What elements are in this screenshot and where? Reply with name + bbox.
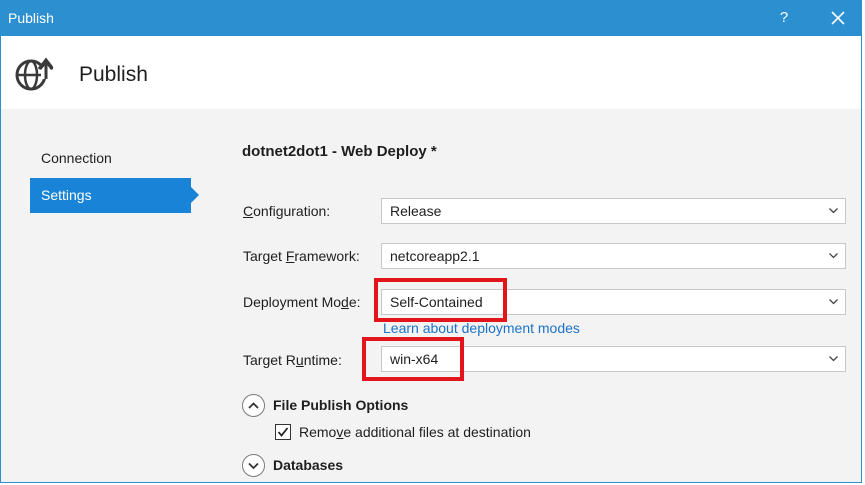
chevron-down-icon [829,356,838,362]
section-title: File Publish Options [273,397,409,413]
target-framework-value: netcoreapp2.1 [390,248,480,264]
remove-files-checkbox-row[interactable]: Remove additional files at destination [275,423,555,441]
chevron-down-icon [242,454,265,477]
remove-files-checkbox[interactable] [275,424,291,440]
target-runtime-label: Target Runtime: [243,352,342,368]
chevron-down-icon [829,299,838,305]
highlight-box-deployment-mode [374,278,507,322]
title-bar: Publish ? [1,1,861,36]
dialog-header: Publish [1,36,861,109]
close-button[interactable] [823,5,853,31]
configuration-label: Configuration: [243,203,331,219]
checkmark-icon [277,427,289,437]
chevron-down-icon [829,253,838,259]
globe-upload-icon [15,57,53,91]
help-button[interactable]: ? [771,5,797,31]
chevron-up-icon [242,394,265,417]
deployment-modes-link[interactable]: Learn about deployment modes [383,320,580,336]
file-publish-options-toggle[interactable]: File Publish Options [242,394,442,418]
chevron-down-icon [829,208,838,214]
page-title: Publish [79,63,148,86]
sidebar-item-connection[interactable]: Connection [30,141,191,176]
configuration-value: Release [390,203,442,219]
target-framework-select[interactable]: netcoreapp2.1 [381,243,846,269]
target-framework-label: Target Framework: [243,248,360,264]
highlight-box-target-runtime [362,337,464,381]
section-title: Databases [273,457,344,473]
close-icon [831,11,845,25]
publish-dialog: Publish ? Publish Connection Settings do… [0,0,862,483]
remove-files-label: Remove additional files at destination [299,424,531,440]
databases-toggle[interactable]: Databases [242,454,382,478]
deployment-mode-label: Deployment Mode: [243,294,361,310]
window-title: Publish [8,10,54,26]
sidebar-item-label: Settings [41,187,92,203]
sidebar-item-label: Connection [41,150,112,166]
profile-title: dotnet2dot1 - Web Deploy * [242,143,437,160]
sidebar-item-settings[interactable]: Settings [30,178,199,213]
configuration-select[interactable]: Release [381,198,846,224]
